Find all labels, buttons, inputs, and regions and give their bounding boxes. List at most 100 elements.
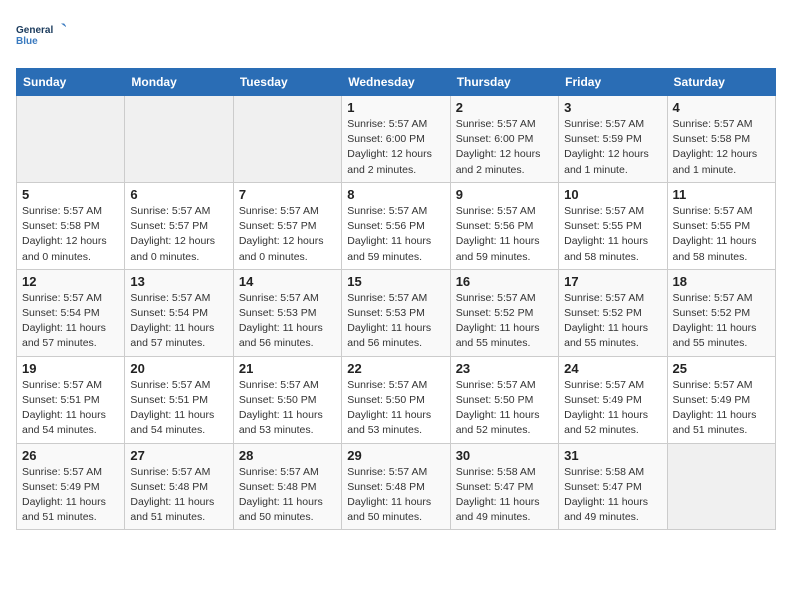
day-number: 27: [130, 448, 227, 463]
calendar-cell: [125, 96, 233, 183]
calendar-cell: 11Sunrise: 5:57 AM Sunset: 5:55 PM Dayli…: [667, 182, 775, 269]
day-number: 14: [239, 274, 336, 289]
day-number: 13: [130, 274, 227, 289]
day-info: Sunrise: 5:57 AM Sunset: 5:48 PM Dayligh…: [347, 465, 444, 526]
calendar-week-row: 1 Sunrise: 5:57 AM Sunset: 6:00 PM Daylig…: [17, 96, 776, 183]
day-info: Sunrise: 5:57 AM Sunset: 5:52 PM Dayligh…: [564, 291, 661, 352]
weekday-header-row: SundayMondayTuesdayWednesdayThursdayFrid…: [17, 69, 776, 96]
calendar-cell: 22Sunrise: 5:57 AM Sunset: 5:50 PM Dayli…: [342, 356, 450, 443]
day-number: 23: [456, 361, 553, 376]
day-number: 12: [22, 274, 119, 289]
logo: General Blue: [16, 16, 66, 56]
day-info: Sunrise: 5:58 AM Sunset: 5:47 PM Dayligh…: [456, 465, 553, 526]
calendar-cell: 1 Sunrise: 5:57 AM Sunset: 6:00 PM Daylig…: [342, 96, 450, 183]
calendar-cell: 15 Sunrise: 5:57 AM Sunset: 5:53 PM Dayli…: [342, 269, 450, 356]
day-info: Sunrise: 5:57 AM Sunset: 5:48 PM Dayligh…: [239, 465, 336, 526]
day-number: 25: [673, 361, 770, 376]
svg-text:General: General: [16, 25, 53, 36]
calendar-cell: 30 Sunrise: 5:58 AM Sunset: 5:47 PM Dayli…: [450, 443, 558, 530]
day-info: Sunrise: 5:57 AM Sunset: 5:58 PM Dayligh…: [22, 204, 119, 265]
calendar-cell: 17 Sunrise: 5:57 AM Sunset: 5:52 PM Dayli…: [559, 269, 667, 356]
logo-svg: General Blue: [16, 16, 66, 56]
calendar-week-row: 19 Sunrise: 5:57 AM Sunset: 5:51 PM Dayli…: [17, 356, 776, 443]
day-info: Sunrise: 5:57 AM Sunset: 5:49 PM Dayligh…: [564, 378, 661, 439]
day-number: 2: [456, 100, 553, 115]
day-number: 22: [347, 361, 444, 376]
day-info: Sunrise: 5:57 AM Sunset: 5:54 PM Dayligh…: [22, 291, 119, 352]
calendar-cell: 14 Sunrise: 5:57 AM Sunset: 5:53 PM Dayli…: [233, 269, 341, 356]
day-number: 31: [564, 448, 661, 463]
day-info: Sunrise: 5:57 AM Sunset: 5:57 PM Dayligh…: [130, 204, 227, 265]
day-info: Sunrise: 5:57 AM Sunset: 5:55 PM Dayligh…: [564, 204, 661, 265]
day-number: 5: [22, 187, 119, 202]
calendar-cell: 16 Sunrise: 5:57 AM Sunset: 5:52 PM Dayli…: [450, 269, 558, 356]
weekday-header: Tuesday: [233, 69, 341, 96]
calendar-cell: 7 Sunrise: 5:57 AM Sunset: 5:57 PM Daylig…: [233, 182, 341, 269]
weekday-header: Friday: [559, 69, 667, 96]
day-info: Sunrise: 5:57 AM Sunset: 5:54 PM Dayligh…: [130, 291, 227, 352]
day-info: Sunrise: 5:58 AM Sunset: 5:47 PM Dayligh…: [564, 465, 661, 526]
day-number: 30: [456, 448, 553, 463]
svg-text:Blue: Blue: [16, 36, 38, 47]
day-number: 9: [456, 187, 553, 202]
calendar-cell: 26 Sunrise: 5:57 AM Sunset: 5:49 PM Dayli…: [17, 443, 125, 530]
weekday-header: Wednesday: [342, 69, 450, 96]
calendar-cell: 28 Sunrise: 5:57 AM Sunset: 5:48 PM Dayli…: [233, 443, 341, 530]
day-number: 18: [673, 274, 770, 289]
calendar-cell: 25 Sunrise: 5:57 AM Sunset: 5:49 PM Dayli…: [667, 356, 775, 443]
day-number: 29: [347, 448, 444, 463]
day-number: 8: [347, 187, 444, 202]
day-number: 16: [456, 274, 553, 289]
calendar-cell: 8 Sunrise: 5:57 AM Sunset: 5:56 PM Daylig…: [342, 182, 450, 269]
calendar-cell: 10 Sunrise: 5:57 AM Sunset: 5:55 PM Dayli…: [559, 182, 667, 269]
calendar-cell: 2 Sunrise: 5:57 AM Sunset: 6:00 PM Daylig…: [450, 96, 558, 183]
calendar-cell: 18Sunrise: 5:57 AM Sunset: 5:52 PM Dayli…: [667, 269, 775, 356]
calendar-cell: 19 Sunrise: 5:57 AM Sunset: 5:51 PM Dayli…: [17, 356, 125, 443]
day-info: Sunrise: 5:57 AM Sunset: 5:48 PM Dayligh…: [130, 465, 227, 526]
day-number: 10: [564, 187, 661, 202]
day-info: Sunrise: 5:57 AM Sunset: 5:49 PM Dayligh…: [673, 378, 770, 439]
weekday-header: Monday: [125, 69, 233, 96]
calendar-cell: [17, 96, 125, 183]
calendar-cell: 20Sunrise: 5:57 AM Sunset: 5:51 PM Dayli…: [125, 356, 233, 443]
day-info: Sunrise: 5:57 AM Sunset: 6:00 PM Dayligh…: [347, 117, 444, 178]
calendar-cell: 21 Sunrise: 5:57 AM Sunset: 5:50 PM Dayli…: [233, 356, 341, 443]
page-header: General Blue: [16, 16, 776, 56]
weekday-header: Sunday: [17, 69, 125, 96]
day-info: Sunrise: 5:57 AM Sunset: 5:56 PM Dayligh…: [347, 204, 444, 265]
day-number: 1: [347, 100, 444, 115]
day-number: 15: [347, 274, 444, 289]
day-number: 26: [22, 448, 119, 463]
day-info: Sunrise: 5:57 AM Sunset: 5:51 PM Dayligh…: [22, 378, 119, 439]
day-number: 11: [673, 187, 770, 202]
day-number: 19: [22, 361, 119, 376]
day-info: Sunrise: 5:57 AM Sunset: 5:50 PM Dayligh…: [456, 378, 553, 439]
calendar-cell: 12 Sunrise: 5:57 AM Sunset: 5:54 PM Dayli…: [17, 269, 125, 356]
calendar-table: SundayMondayTuesdayWednesdayThursdayFrid…: [16, 68, 776, 530]
day-number: 28: [239, 448, 336, 463]
day-number: 24: [564, 361, 661, 376]
day-info: Sunrise: 5:57 AM Sunset: 5:49 PM Dayligh…: [22, 465, 119, 526]
calendar-week-row: 12 Sunrise: 5:57 AM Sunset: 5:54 PM Dayli…: [17, 269, 776, 356]
day-info: Sunrise: 5:57 AM Sunset: 5:53 PM Dayligh…: [239, 291, 336, 352]
day-number: 4: [673, 100, 770, 115]
day-info: Sunrise: 5:57 AM Sunset: 6:00 PM Dayligh…: [456, 117, 553, 178]
day-info: Sunrise: 5:57 AM Sunset: 5:56 PM Dayligh…: [456, 204, 553, 265]
day-info: Sunrise: 5:57 AM Sunset: 5:57 PM Dayligh…: [239, 204, 336, 265]
weekday-header: Saturday: [667, 69, 775, 96]
day-number: 21: [239, 361, 336, 376]
day-info: Sunrise: 5:57 AM Sunset: 5:59 PM Dayligh…: [564, 117, 661, 178]
day-number: 6: [130, 187, 227, 202]
calendar-cell: 4 Sunrise: 5:57 AM Sunset: 5:58 PM Daylig…: [667, 96, 775, 183]
day-info: Sunrise: 5:57 AM Sunset: 5:58 PM Dayligh…: [673, 117, 770, 178]
calendar-cell: 9 Sunrise: 5:57 AM Sunset: 5:56 PM Daylig…: [450, 182, 558, 269]
day-info: Sunrise: 5:57 AM Sunset: 5:52 PM Dayligh…: [456, 291, 553, 352]
day-info: Sunrise: 5:57 AM Sunset: 5:53 PM Dayligh…: [347, 291, 444, 352]
day-number: 7: [239, 187, 336, 202]
calendar-cell: [667, 443, 775, 530]
calendar-week-row: 5 Sunrise: 5:57 AM Sunset: 5:58 PM Daylig…: [17, 182, 776, 269]
calendar-cell: 27 Sunrise: 5:57 AM Sunset: 5:48 PM Dayli…: [125, 443, 233, 530]
day-info: Sunrise: 5:57 AM Sunset: 5:50 PM Dayligh…: [239, 378, 336, 439]
calendar-cell: 31 Sunrise: 5:58 AM Sunset: 5:47 PM Dayli…: [559, 443, 667, 530]
day-number: 17: [564, 274, 661, 289]
